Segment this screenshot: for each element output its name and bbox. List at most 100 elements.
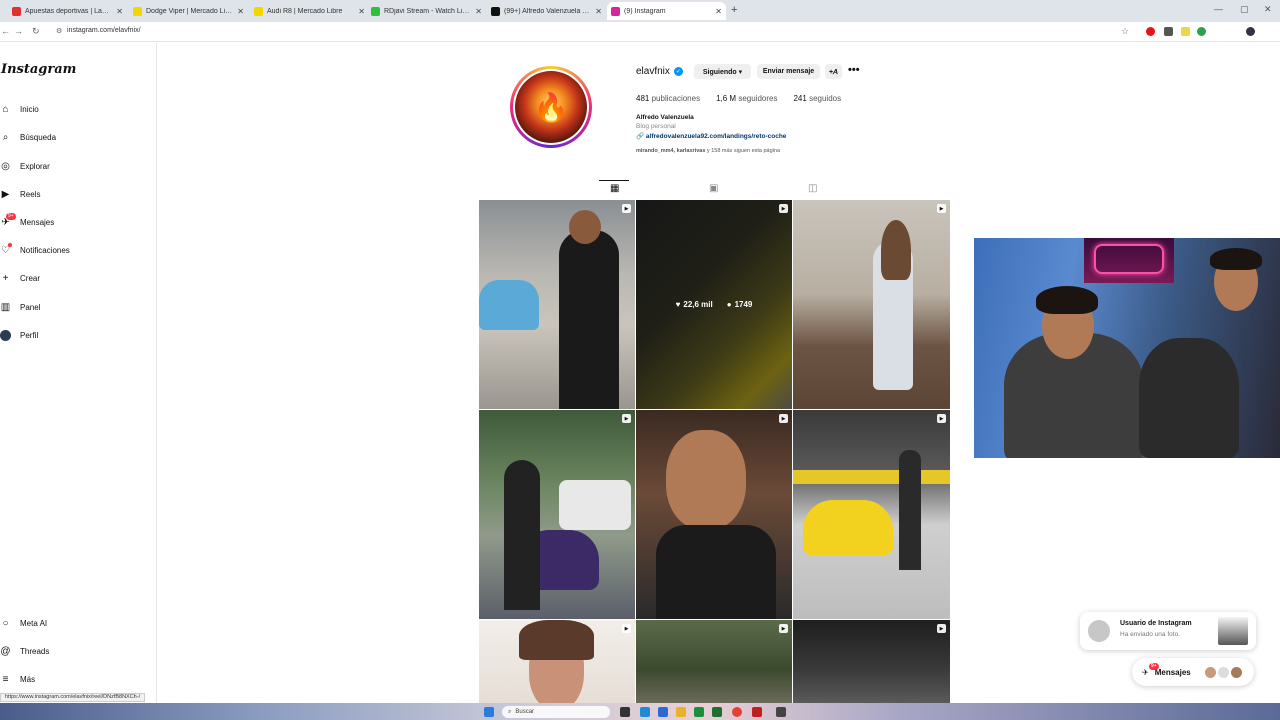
notification-dot [8, 243, 12, 247]
reel-icon: ▶ [937, 414, 946, 423]
reel-icon: ▶ [779, 204, 788, 213]
reel-icon: ▶ [779, 624, 788, 633]
post-hover-overlay: ♥ 22,6 mil ● 1749 [636, 200, 792, 409]
message-notification[interactable]: Usuario de Instagram Ha enviado una foto… [1080, 612, 1256, 650]
close-tab-icon[interactable]: ✕ [595, 7, 602, 16]
sidebar-item-mensajes[interactable]: ✈ 9+ Mensajes [0, 213, 54, 231]
posts-stat: 481 publicaciones [636, 94, 701, 103]
profile-picture[interactable]: 🔥 [510, 66, 592, 148]
more-options-icon[interactable]: ••• [848, 64, 860, 76]
close-window-icon[interactable]: ✕ [1264, 4, 1272, 15]
back-icon[interactable]: ← [1, 26, 10, 36]
edge-icon[interactable] [640, 707, 650, 717]
post-tile[interactable]: ♥ 22,6 mil ● 1749 ▶ [636, 200, 792, 409]
app-icon[interactable] [694, 707, 704, 717]
browser-tab[interactable]: Apuestas deportivas | Las mejo ✕ [8, 2, 127, 20]
profile-username-row: elavfnix ✓ [636, 66, 683, 77]
sidebar-item-label: Notificaciones [20, 245, 70, 255]
tab-title: (99+) Alfredo Valenzuela (@vip [504, 7, 592, 15]
suggest-user-button[interactable]: +𝘈 [825, 64, 842, 79]
browser-tab[interactable]: RDjavi Stream - Watch Live on ✕ [367, 2, 486, 20]
app-icon[interactable] [712, 707, 722, 717]
post-tile[interactable]: ▶ [636, 620, 792, 703]
app-icon[interactable] [658, 707, 668, 717]
messages-pill[interactable]: ✈ 9+ Mensajes [1132, 658, 1254, 686]
sidebar-item-perfil[interactable]: Perfil [0, 326, 38, 344]
browser-tab[interactable]: (9) Instagram ✕ [607, 2, 726, 20]
sidebar-item-label: Mensajes [20, 217, 55, 227]
instagram-logo[interactable]: Instagram [1, 62, 76, 77]
meta-ai-icon: ○ [2, 617, 9, 629]
close-tab-icon[interactable]: ✕ [475, 7, 482, 16]
following-button[interactable]: Siguiendo ▾ [694, 64, 751, 79]
tagged-tab-icon[interactable]: ◫ [808, 183, 817, 194]
browser-tab[interactable]: Audi R8 | Mercado Libre ✕ [250, 2, 369, 20]
sidebar-item-label: Meta AI [20, 618, 48, 628]
opera-extension-icon[interactable] [1146, 27, 1155, 36]
sidebar-item-explorar[interactable]: ◎ Explorar [0, 157, 50, 175]
reload-icon[interactable]: ↻ [32, 26, 40, 37]
file-explorer-icon[interactable] [676, 707, 686, 717]
post-tile[interactable]: ▶ [479, 410, 635, 619]
profile-link[interactable]: 🔗 alfredovalenzuela92.com/landings/reto-… [636, 132, 786, 140]
maximize-icon[interactable]: ▢ [1240, 4, 1249, 15]
browser-profile-avatar[interactable] [1246, 27, 1255, 36]
bookmark-star-icon[interactable]: ☆ [1121, 26, 1129, 37]
task-view-icon[interactable] [620, 707, 630, 717]
avatar [1230, 666, 1242, 678]
tab-title: (9) Instagram [624, 7, 666, 15]
likes-count: ♥ 22,6 mil [675, 300, 713, 309]
sidebar-item-notificaciones[interactable]: ♡ Notificaciones [0, 241, 70, 259]
sidebar-item-reels[interactable]: ▶ Reels [0, 185, 41, 203]
reel-icon: ▶ [779, 414, 788, 423]
sidebar-item-label: Reels [20, 189, 41, 199]
extension-icon[interactable] [1181, 27, 1190, 36]
taskbar-search[interactable]: ⌕ Buscar [502, 706, 610, 718]
site-info-icon[interactable]: ⚙ [56, 27, 62, 35]
sidebar-item-panel[interactable]: ▥ Panel [0, 298, 41, 316]
sidebar-item-busqueda[interactable]: ⌕ Búsqueda [0, 128, 56, 146]
post-tile[interactable]: ▶ [636, 410, 792, 619]
app-icon[interactable] [752, 707, 762, 717]
posts-grid-icon[interactable]: ▦ [610, 183, 619, 194]
sidebar-item-inicio[interactable]: ⌂ Inicio [0, 100, 38, 118]
reel-icon: ▶ [622, 204, 631, 213]
close-tab-icon[interactable]: ✕ [715, 7, 722, 16]
browser-tab[interactable]: Dodge Viper | Mercado Libre ✕ [129, 2, 248, 20]
extension-icon[interactable] [1164, 27, 1173, 36]
following-stat[interactable]: 241 seguidos [793, 94, 841, 103]
sidebar-item-label: Búsqueda [20, 132, 57, 142]
close-tab-icon[interactable]: ✕ [116, 7, 123, 16]
close-tab-icon[interactable]: ✕ [358, 7, 365, 16]
browser-tabbar: Apuestas deportivas | Las mejo✕Dodge Vip… [0, 0, 1280, 22]
browser-tab[interactable]: (99+) Alfredo Valenzuela (@vip ✕ [487, 2, 606, 20]
chrome-icon[interactable] [732, 707, 742, 717]
sidebar-item-threads[interactable]: @ Threads [0, 642, 49, 660]
sidebar-item-label: Perfil [20, 330, 39, 340]
home-icon: ⌂ [2, 103, 9, 115]
forward-icon[interactable]: → [14, 26, 23, 36]
new-tab-button[interactable]: + [731, 4, 737, 16]
reels-tab-icon[interactable]: ▣ [709, 183, 718, 194]
minimize-icon[interactable]: — [1214, 4, 1223, 14]
followed-by-text[interactable]: mirando_mm4, karlaxrivas y 158 más sigue… [636, 148, 780, 154]
sidebar-item-meta-ai[interactable]: ○ Meta AI [0, 614, 47, 632]
extension-icon[interactable] [1197, 27, 1206, 36]
close-tab-icon[interactable]: ✕ [237, 7, 244, 16]
start-icon[interactable] [484, 707, 494, 717]
send-message-button[interactable]: Enviar mensaje [757, 64, 820, 79]
post-tile[interactable]: ▶ [793, 410, 950, 619]
plus-icon: + [2, 272, 9, 284]
url-field[interactable]: instagram.com/elavfnix/ [67, 27, 141, 34]
post-tile[interactable]: ▶ [479, 620, 635, 703]
post-tile[interactable]: ▶ [479, 200, 635, 409]
address-bar: ← → ↻ ⚙ instagram.com/elavfnix/ ☆ [0, 22, 1280, 42]
os-taskbar: ⌕ Buscar [0, 703, 1280, 720]
post-tile[interactable]: ▶ [793, 620, 950, 703]
tab-favicon-icon [611, 6, 620, 16]
followers-stat[interactable]: 1,6 M seguidores [716, 94, 777, 103]
sidebar-item-mas[interactable]: ≡ Más [0, 670, 36, 688]
app-icon[interactable] [776, 707, 786, 717]
post-tile[interactable]: ▶ [793, 200, 950, 409]
sidebar-item-crear[interactable]: + Crear [0, 269, 40, 287]
